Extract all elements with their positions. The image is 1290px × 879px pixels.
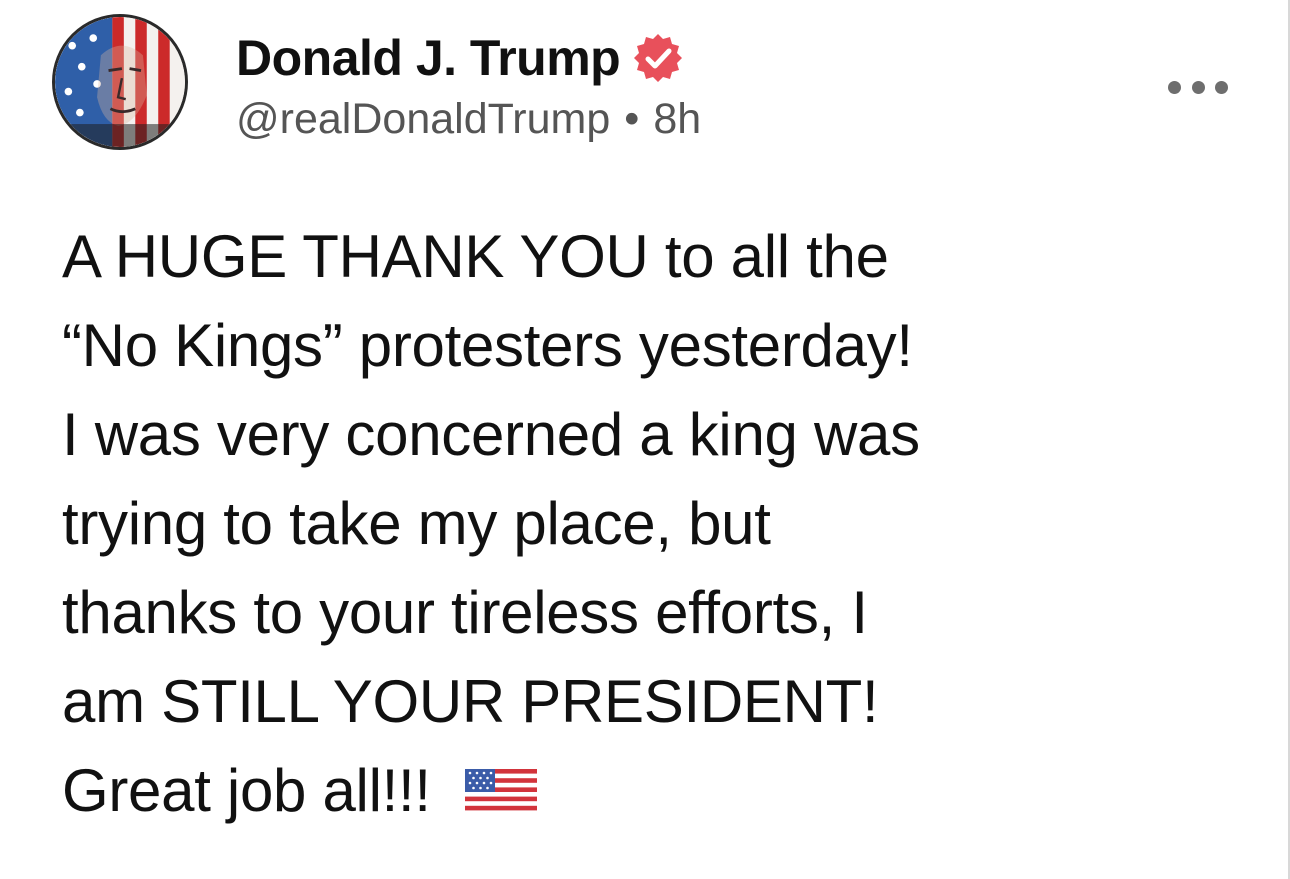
more-options-icon-dot — [1191, 80, 1205, 94]
author-name-row: Donald J. Trump — [236, 26, 684, 90]
us-flag-icon — [464, 769, 537, 815]
more-options-icon — [1168, 80, 1181, 94]
post-text-line: am STILL YOUR PRESIDENT! — [62, 668, 879, 735]
author-meta-row: @realDonaldTrump • 8h — [236, 98, 701, 141]
post-text-line: I was very concerned a king was — [62, 401, 920, 468]
post-text-line: trying to take my place, but — [62, 490, 771, 557]
post-text-line: thanks to your tireless efforts, I — [62, 579, 868, 646]
author-display-name[interactable]: Donald J. Trump — [236, 33, 621, 83]
post-text-line: “No Kings” protesters yesterday! — [62, 312, 913, 379]
avatar[interactable] — [52, 14, 188, 150]
meta-separator: • — [624, 95, 640, 143]
more-options-button[interactable] — [1168, 72, 1228, 102]
social-post-card: Donald J. Trump @realDonaldTrump • 8h A HU… — [0, 0, 1290, 879]
post-text-line: A HUGE THANK YOU to all the — [62, 223, 889, 290]
post-body: A HUGE THANK YOU to all the “No Kings” p… — [62, 212, 1242, 835]
post-text-line-last: Great job all!!! — [62, 746, 1242, 835]
verified-badge-icon — [632, 32, 684, 84]
author-handle[interactable]: @realDonaldTrump — [236, 95, 610, 143]
post-text-line: Great job all!!! — [62, 757, 431, 824]
more-options-icon-dot — [1215, 80, 1228, 94]
post-timestamp[interactable]: 8h — [653, 95, 701, 143]
flag-face-avatar-icon — [55, 17, 185, 147]
